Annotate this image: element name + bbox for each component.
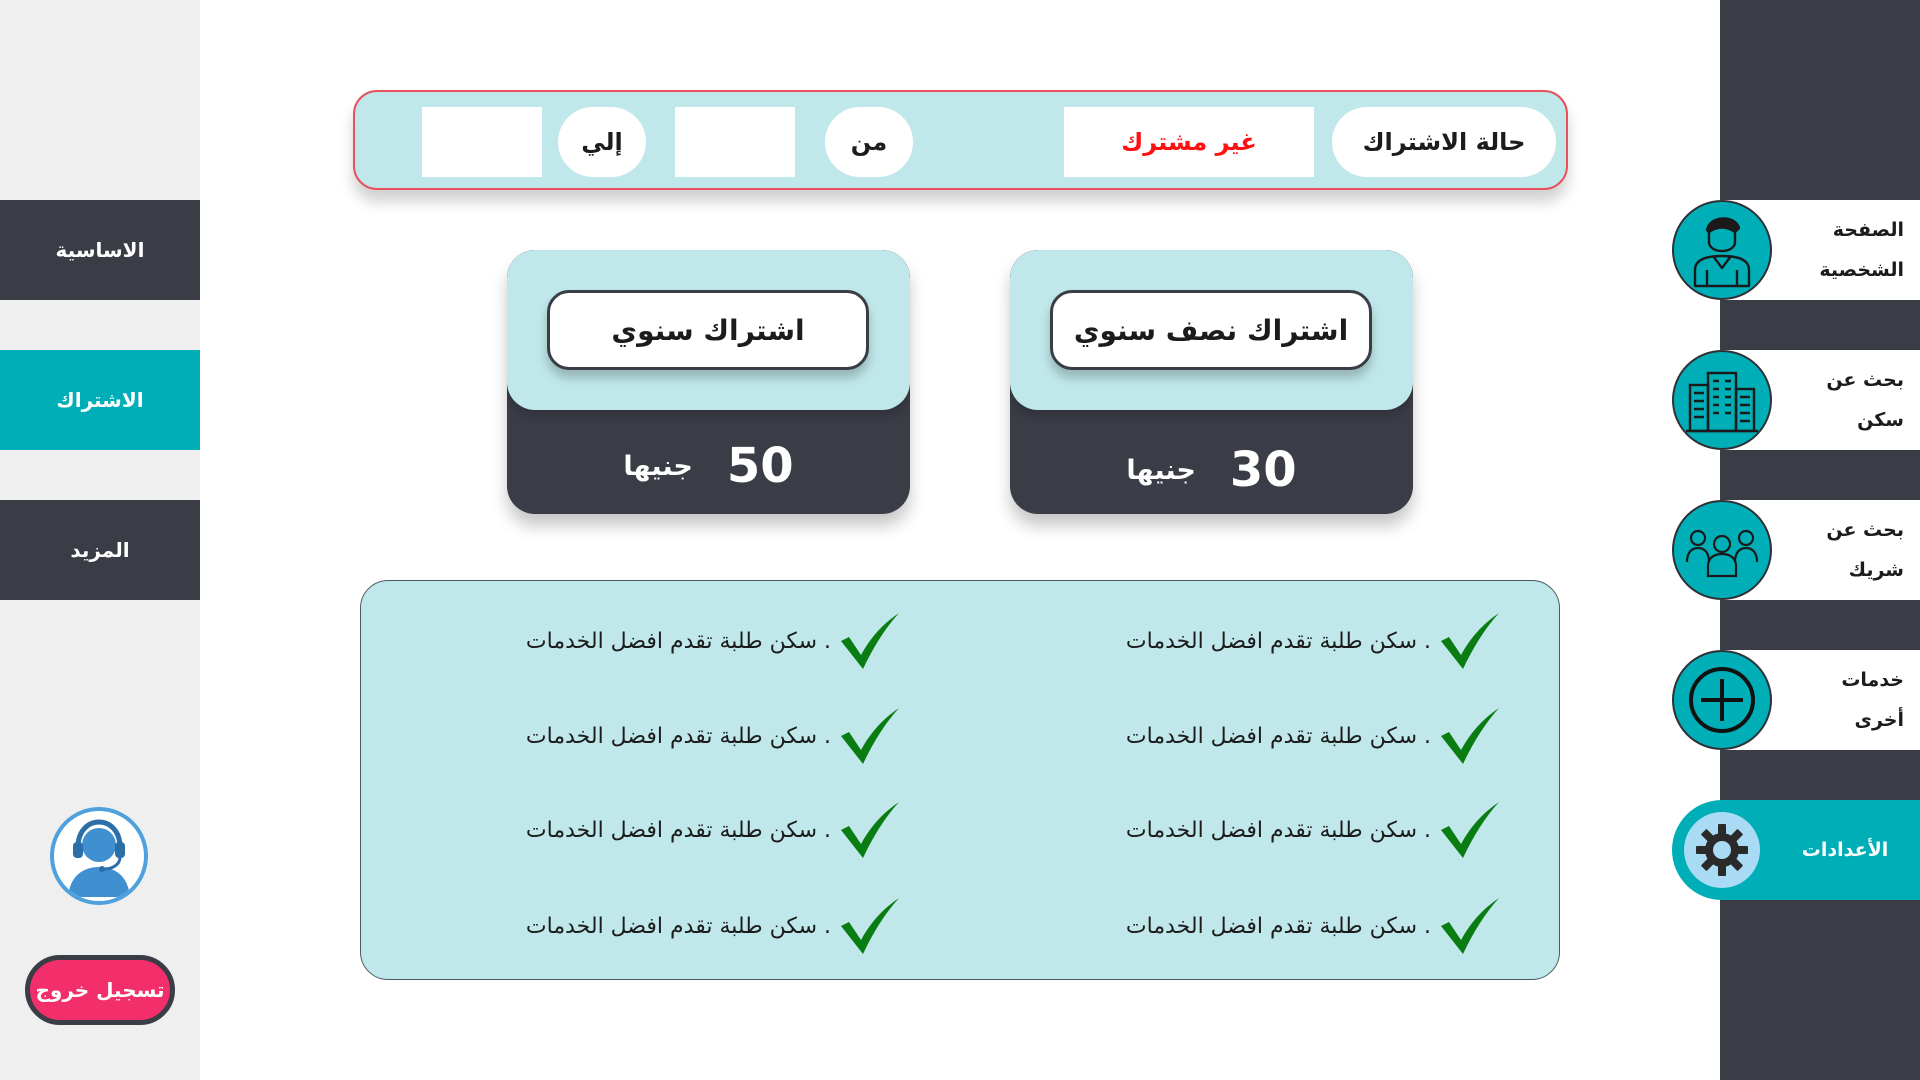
- status-label: حالة الاشتراك: [1332, 107, 1556, 177]
- right-nav-item-label: الصفحة الشخصية: [1819, 219, 1904, 281]
- left-nav-item-subscription[interactable]: الاشتراك: [0, 350, 200, 450]
- status-value-text: غير مشترك: [1121, 128, 1257, 156]
- feature-text: . سكن طلبة تقدم افضل الخدمات: [525, 723, 831, 749]
- feature-text: . سكن طلبة تقدم افضل الخدمات: [1125, 723, 1431, 749]
- subscription-status-bar: حالة الاشتراك غير مشترك من إلي: [353, 90, 1568, 190]
- left-nav-item-more[interactable]: المزيد: [0, 500, 200, 600]
- feature-item: . سكن طلبة تقدم افضل الخدمات: [481, 800, 901, 860]
- features-panel: . سكن طلبة تقدم افضل الخدمات . سكن طلبة …: [360, 580, 1560, 980]
- plan-amount: 30: [1229, 442, 1297, 498]
- from-label-text: من: [850, 128, 888, 156]
- feature-item: . سكن طلبة تقدم افضل الخدمات: [1081, 611, 1501, 671]
- gear-icon-background: [1684, 812, 1760, 888]
- plan-name: اشتراك نصف سنوي: [1050, 290, 1372, 370]
- feature-item: . سكن طلبة تقدم افضل الخدمات: [1081, 896, 1501, 956]
- plan-price: جنيها 50: [507, 418, 910, 514]
- plan-name-text: اشتراك سنوي: [611, 313, 805, 347]
- checkmark-icon: [1441, 613, 1499, 669]
- left-nav-item-label: الاشتراك: [56, 388, 144, 412]
- checkmark-icon: [1441, 708, 1499, 764]
- from-date-field[interactable]: [675, 107, 795, 177]
- to-label: إلي: [558, 107, 646, 177]
- checkmark-icon: [1441, 802, 1499, 858]
- left-nav-item-label: المزيد: [70, 538, 130, 562]
- user-profile-icon[interactable]: [1672, 200, 1772, 300]
- plan-card-header: اشتراك نصف سنوي: [1010, 250, 1413, 410]
- checkmark-icon: [841, 708, 899, 764]
- feature-item: . سكن طلبة تقدم افضل الخدمات: [481, 896, 901, 956]
- feature-text: . سكن طلبة تقدم افضل الخدمات: [1125, 817, 1431, 843]
- feature-text: . سكن طلبة تقدم افضل الخدمات: [525, 817, 831, 843]
- building-icon[interactable]: [1672, 350, 1772, 450]
- to-label-text: إلي: [581, 128, 623, 156]
- checkmark-icon: [1441, 898, 1499, 954]
- left-nav-item-basic[interactable]: الاساسية: [0, 200, 200, 300]
- feature-item: . سكن طلبة تقدم افضل الخدمات: [1081, 706, 1501, 766]
- right-nav-item-label: الأعدادات: [1801, 839, 1889, 861]
- feature-item: . سكن طلبة تقدم افضل الخدمات: [481, 706, 901, 766]
- checkmark-icon: [841, 613, 899, 669]
- plan-card-semiannual[interactable]: اشتراك نصف سنوي جنيها 30: [1010, 250, 1413, 514]
- checkmark-icon: [841, 802, 899, 858]
- feature-item: . سكن طلبة تقدم افضل الخدمات: [481, 611, 901, 671]
- gear-icon[interactable]: [1672, 800, 1772, 900]
- logout-button-label: تسجيل خروج: [35, 978, 165, 1002]
- headset-support-icon[interactable]: [50, 807, 148, 905]
- plan-name-text: اشتراك نصف سنوي: [1073, 313, 1349, 347]
- feature-text: . سكن طلبة تقدم افضل الخدمات: [1125, 628, 1431, 654]
- right-nav-item-label: بحث عن شريك: [1826, 519, 1904, 581]
- feature-text: . سكن طلبة تقدم افضل الخدمات: [525, 628, 831, 654]
- feature-text: . سكن طلبة تقدم افضل الخدمات: [1125, 913, 1431, 939]
- plan-currency: جنيها: [1126, 454, 1196, 486]
- plan-price: جنيها 30: [1010, 422, 1413, 514]
- group-users-icon[interactable]: [1672, 500, 1772, 600]
- plus-circle-icon[interactable]: [1672, 650, 1772, 750]
- left-nav-item-label: الاساسية: [55, 238, 145, 262]
- right-nav-item-label: بحث عن سكن: [1826, 369, 1904, 431]
- plan-card-annual[interactable]: اشتراك سنوي جنيها 50: [507, 250, 910, 514]
- plan-name: اشتراك سنوي: [547, 290, 869, 370]
- status-value: غير مشترك: [1064, 107, 1314, 177]
- from-label: من: [825, 107, 913, 177]
- right-nav-item-label: خدمات أخرى: [1841, 669, 1904, 731]
- logout-button[interactable]: تسجيل خروج: [25, 955, 175, 1025]
- plan-card-header: اشتراك سنوي: [507, 250, 910, 410]
- plan-amount: 50: [726, 438, 794, 494]
- to-date-field[interactable]: [422, 107, 542, 177]
- feature-text: . سكن طلبة تقدم افضل الخدمات: [525, 913, 831, 939]
- plan-currency: جنيها: [623, 450, 693, 482]
- status-label-text: حالة الاشتراك: [1362, 128, 1526, 156]
- feature-item: . سكن طلبة تقدم افضل الخدمات: [1081, 800, 1501, 860]
- checkmark-icon: [841, 898, 899, 954]
